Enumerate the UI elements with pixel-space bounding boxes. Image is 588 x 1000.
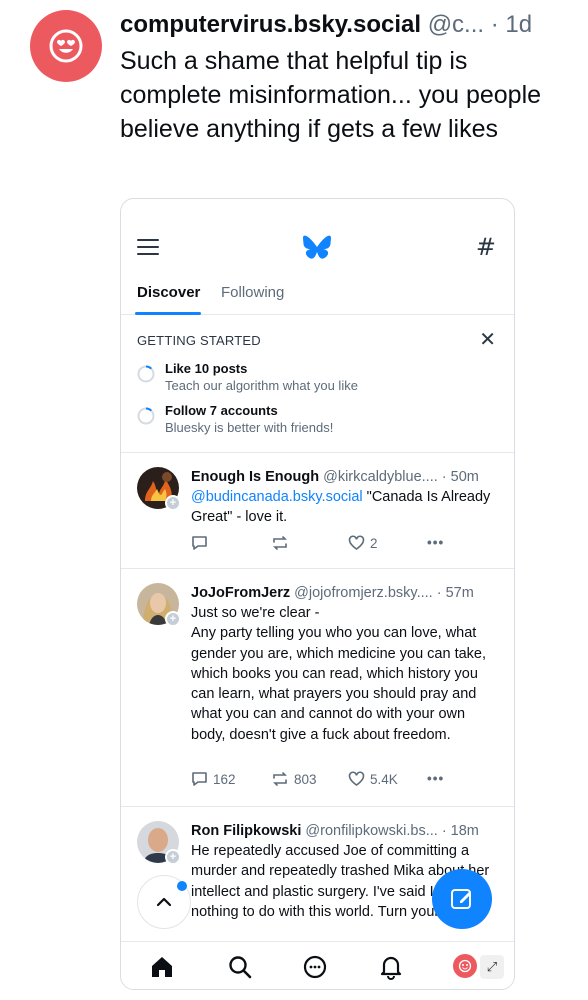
post-actions: 162 803 5.4K ••• [191, 771, 491, 791]
like-button[interactable]: 2 [348, 535, 378, 551]
heart-icon [348, 535, 365, 550]
post-body: Just so we're clear - Any party telling … [191, 603, 503, 745]
reply-count: 162 [213, 771, 236, 787]
tab-discover[interactable]: Discover [137, 283, 200, 303]
separator: · [490, 11, 499, 38]
more-options-button[interactable]: ••• [427, 771, 444, 786]
tab-following[interactable]: Following [221, 283, 284, 303]
feed-post[interactable]: + JoJoFromJerz @jojofromjerz.bsky.... · … [121, 571, 514, 807]
active-tab-indicator [135, 312, 201, 315]
reply-button[interactable] [191, 535, 213, 551]
post-text: Such a shame that helpful tip is complet… [120, 47, 542, 143]
status-bar-remnant [161, 199, 491, 203]
repost-button[interactable]: 803 [271, 771, 317, 787]
task-label: Follow 7 accounts [165, 403, 278, 418]
embedded-screenshot[interactable]: # Discover Following GETTING STARTED ✕ L… [120, 198, 515, 990]
follow-plus-icon[interactable]: + [165, 849, 181, 865]
search-icon[interactable] [227, 954, 253, 980]
more-icon: ••• [427, 535, 445, 550]
handle[interactable]: @kirkcaldyblue.... [323, 469, 438, 485]
progress-ring-icon [137, 365, 155, 383]
follow-plus-icon[interactable]: + [165, 495, 181, 511]
reply-icon [192, 536, 207, 550]
feeds-hash-icon[interactable]: # [476, 233, 496, 261]
timestamp[interactable]: · 50m [442, 469, 479, 485]
reply-icon [192, 772, 207, 786]
display-name[interactable]: Ron Filipkowski [191, 823, 301, 839]
menu-icon[interactable] [137, 239, 159, 257]
post-first-line: Just so we're clear - [191, 605, 320, 621]
repost-icon [273, 536, 287, 550]
post-actions: 2 ••• [191, 535, 491, 555]
handle[interactable]: @jojofromjerz.bsky.... [294, 585, 433, 601]
post-meta: Enough Is Enough @kirkcaldyblue.... · 50… [191, 467, 503, 487]
chat-icon[interactable] [302, 954, 328, 980]
close-icon[interactable]: ✕ [479, 327, 496, 352]
app-topbar: # [121, 225, 514, 269]
task-subtitle: Teach our algorithm what you like [165, 378, 358, 393]
compose-icon [451, 889, 471, 909]
repost-button[interactable] [271, 535, 294, 551]
post-header: computervirus.bsky.social @c... · 1d [120, 10, 575, 40]
repost-count: 803 [294, 771, 317, 787]
expand-image-icon[interactable]: ⤢ [480, 955, 504, 979]
post-meta: JoJoFromJerz @jojofromjerz.bsky.... · 57… [191, 583, 503, 603]
heart-icon [348, 771, 365, 786]
display-name[interactable]: Enough Is Enough [191, 469, 319, 485]
home-icon[interactable] [149, 954, 175, 980]
like-button[interactable]: 5.4K [348, 771, 398, 787]
display-name[interactable]: JoJoFromJerz [191, 585, 290, 601]
like-count: 2 [370, 535, 378, 551]
feed-tabs: Discover Following [121, 279, 514, 315]
handle[interactable]: @ronfilipkowski.bs... [305, 823, 437, 839]
repost-icon [273, 772, 287, 786]
author-handle[interactable]: @c... [428, 11, 484, 38]
bluesky-butterfly-icon [303, 235, 331, 259]
progress-ring-icon [137, 407, 155, 425]
author-avatar[interactable] [30, 10, 102, 82]
more-options-button[interactable]: ••• [427, 535, 444, 550]
author-name[interactable]: computervirus.bsky.social [120, 11, 421, 38]
task-subtitle: Bluesky is better with friends! [165, 420, 334, 435]
profile-avatar-icon[interactable] [453, 954, 477, 978]
getting-started-card: GETTING STARTED ✕ Like 10 posts Teach ou… [121, 317, 514, 453]
compose-button[interactable] [432, 869, 492, 929]
post-time[interactable]: 1d [505, 11, 532, 38]
bell-icon[interactable] [378, 954, 404, 980]
more-icon: ••• [427, 771, 445, 786]
task-label: Like 10 posts [165, 361, 248, 376]
post-meta: Ron Filipkowski @ronfilipkowski.bs... · … [191, 821, 503, 841]
heart-eyes-face-icon [458, 959, 472, 973]
feed-post[interactable]: + Enough Is Enough @kirkcaldyblue.... · … [121, 455, 514, 569]
bottom-nav [121, 941, 514, 989]
new-posts-dot [177, 881, 187, 891]
chevron-up-icon [156, 897, 172, 907]
follow-plus-icon[interactable]: + [165, 611, 181, 627]
post-text: Any party telling you who you can love, … [191, 625, 487, 743]
timestamp[interactable]: · 57m [437, 585, 474, 601]
timestamp[interactable]: · 18m [442, 823, 479, 839]
mention-link[interactable]: @budincanada.bsky.social [191, 489, 363, 505]
getting-started-title: GETTING STARTED [137, 333, 261, 348]
heart-eyes-face-icon [49, 29, 83, 63]
post-body: @budincanada.bsky.social "Canada Is Alre… [191, 487, 503, 528]
reply-button[interactable]: 162 [191, 771, 236, 787]
like-count: 5.4K [370, 771, 398, 787]
